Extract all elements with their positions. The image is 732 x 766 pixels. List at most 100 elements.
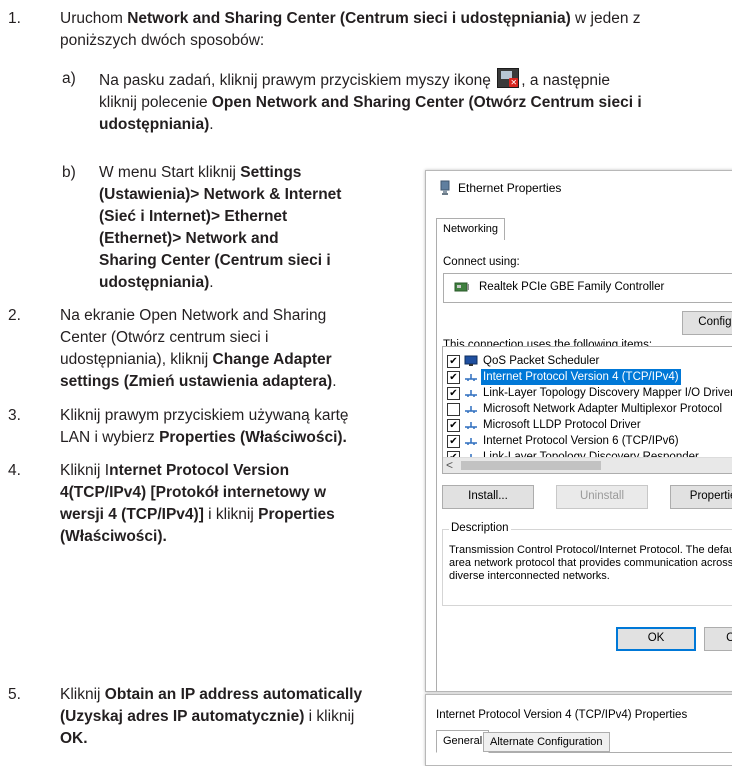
step-1-prefix: Uruchom xyxy=(60,10,128,27)
network-adapter-icon xyxy=(440,180,450,195)
step-1-line2: poniższych dwóch sposobów: xyxy=(60,32,265,49)
step-3-line1: Kliknij prawym przyciskiem używaną kartę xyxy=(60,407,349,424)
properties-button[interactable]: Properties xyxy=(670,485,732,509)
step-2-line3b: Change Adapter xyxy=(212,351,332,368)
step-1-bold: Network and Sharing Center (Centrum siec… xyxy=(127,10,571,27)
step-2-line2: Center (Otwórz centrum sieci i xyxy=(60,329,269,346)
ipv4-tab-bar: General Alternate Configuration xyxy=(436,730,732,753)
step-4-line2: 4(TCP/IPv4) [Protokół internetowy w xyxy=(60,484,327,501)
ipv4-properties-dialog: Internet Protocol Version 4 (TCP/IPv4) P… xyxy=(425,694,732,766)
ethernet-properties-dialog: Ethernet Properties Networking Connect u… xyxy=(425,170,732,692)
install-button[interactable]: Install... xyxy=(442,485,534,509)
tab-general[interactable]: General xyxy=(436,730,490,753)
description-group: Description Transmission Control Protoco… xyxy=(442,522,732,606)
dialog-title-bar: Ethernet Properties xyxy=(426,171,732,205)
protocol-icon xyxy=(465,438,477,445)
step-1b-line2: (Ustawienia)> Network & Internet xyxy=(99,186,342,203)
item-label: QoS Packet Scheduler xyxy=(483,355,600,367)
step-5-line2a: (Uzyskaj adres IP automatycznie) xyxy=(60,708,305,725)
connect-using-label: Connect using: xyxy=(443,256,520,268)
network-tray-icon: ✕ xyxy=(497,68,520,88)
step-5-line1a: Kliknij xyxy=(60,686,105,703)
protocol-icon xyxy=(465,422,477,429)
tab-networking[interactable]: Networking xyxy=(436,218,506,241)
step-4-text: Kliknij Internet Protocol Version 4(TCP/… xyxy=(60,460,410,548)
item-label: Microsoft LLDP Protocol Driver xyxy=(483,419,641,431)
step-1a-line3: udostępniania) xyxy=(99,116,210,133)
network-service-icon xyxy=(464,355,478,366)
step-2-line4end: . xyxy=(332,373,337,390)
scroll-left-arrow-icon[interactable]: < xyxy=(446,458,453,473)
step-4-number: 4. xyxy=(8,462,21,479)
step-5-text: Kliknij Obtain an IP address automatical… xyxy=(60,684,430,750)
cancel-button[interactable]: Cancel xyxy=(704,627,732,651)
step-1b-line1a: W menu Start kliknij xyxy=(99,164,241,181)
ipv4-dialog-title: Internet Protocol Version 4 (TCP/IPv4) P… xyxy=(436,709,688,721)
protocol-icon xyxy=(465,374,477,381)
step-5-number: 5. xyxy=(8,686,21,703)
step-2-line1: Na ekranie Open Network and Sharing xyxy=(60,307,327,324)
adapter-field: Realtek PCIe GBE Family Controller xyxy=(443,273,732,303)
item-checkbox[interactable]: ✔ xyxy=(447,387,460,400)
step-1b-line6end: . xyxy=(209,274,214,291)
step-1a-line2b: Open Network and Sharing Center (Otwórz … xyxy=(211,94,642,111)
step-1b-line4: (Ethernet)> Network and xyxy=(99,230,279,247)
protocol-icon xyxy=(465,390,477,397)
step-4-line3c: Properties xyxy=(258,506,335,523)
step-3-line2a: LAN i wybierz xyxy=(60,429,160,446)
step-4-line1b: nternet Protocol Version xyxy=(109,462,290,479)
manual-page: 1. Uruchom Network and Sharing Center (C… xyxy=(0,0,732,766)
step-1b-line5: Sharing Center (Centrum sieci i xyxy=(99,252,331,269)
step-2-text: Na ekranie Open Network and Sharing Cent… xyxy=(60,305,410,393)
uninstall-button[interactable]: Uninstall xyxy=(556,485,648,509)
step-3-line2b: Properties (Właściwości). xyxy=(159,429,347,446)
step-5-line3: OK. xyxy=(60,730,88,747)
step-1b-line6: udostępniania) xyxy=(99,274,210,291)
step-4-line4: (Właściwości). xyxy=(60,528,167,545)
step-3-number: 3. xyxy=(8,407,21,424)
item-checkbox[interactable] xyxy=(447,403,460,416)
tab-bar: Networking xyxy=(436,218,732,241)
step-1-text: Uruchom Network and Sharing Center (Cent… xyxy=(60,8,732,52)
step-1b-line3: (Sieć i Internet)> Ethernet xyxy=(99,208,288,225)
step-1a-letter: a) xyxy=(62,70,76,87)
step-4-line3b: i kliknij xyxy=(203,506,259,523)
step-1a-line1: Na pasku zadań, kliknij prawym przyciski… xyxy=(99,72,491,89)
step-1-suffix: w jeden z xyxy=(570,10,641,27)
step-3-text: Kliknij prawym przyciskiem używaną kartę… xyxy=(60,405,410,449)
step-1b-letter: b) xyxy=(62,164,76,181)
configure-button[interactable]: Configure... xyxy=(682,311,732,335)
step-1a-line1b: , a następnie xyxy=(521,72,611,89)
step-2-number: 2. xyxy=(8,307,21,324)
adapter-name: Realtek PCIe GBE Family Controller xyxy=(479,281,665,293)
step-4-line1a: Kliknij I xyxy=(60,462,110,479)
item-checkbox[interactable]: ✔ xyxy=(447,419,460,432)
step-5-line1b: Obtain an IP address automatically xyxy=(104,686,363,703)
step-1a-text: Na pasku zadań, kliknij prawym przyciski… xyxy=(99,68,732,136)
step-5-line2b: i kliknij xyxy=(304,708,355,725)
description-text: Transmission Control Protocol/Internet P… xyxy=(449,544,732,582)
item-label: Microsoft Network Adapter Multiplexor Pr… xyxy=(483,403,723,415)
protocol-icon xyxy=(465,406,477,413)
item-label: Internet Protocol Version 4 (TCP/IPv4) xyxy=(481,369,681,385)
network-card-icon xyxy=(454,282,469,292)
dialog-title: Ethernet Properties xyxy=(458,181,562,195)
step-2-line4: settings (Zmień ustawienia adaptera) xyxy=(60,373,333,390)
scrollbar-thumb[interactable] xyxy=(461,461,601,470)
item-checkbox[interactable]: ✔ xyxy=(447,435,460,448)
tab-alternate-configuration[interactable]: Alternate Configuration xyxy=(483,732,610,752)
step-4-line3a: wersji 4 (TCP/IPv4)] xyxy=(60,506,204,523)
step-2-line3a: udostępniania), kliknij xyxy=(60,351,213,368)
step-1-number: 1. xyxy=(8,10,21,27)
item-checkbox[interactable]: ✔ xyxy=(447,371,460,384)
step-1b-line1b: Settings xyxy=(240,164,302,181)
description-legend: Description xyxy=(449,522,511,534)
step-1a-line2a: kliknij polecenie xyxy=(99,94,212,111)
ok-button[interactable]: OK xyxy=(616,627,696,651)
horizontal-scrollbar[interactable]: < xyxy=(443,457,732,473)
step-1b-text: W menu Start kliknij Settings (Ustawieni… xyxy=(99,162,399,294)
connection-items-list[interactable]: ✔ QoS Packet Scheduler ✔ Internet Protoc… xyxy=(442,346,732,474)
item-checkbox[interactable]: ✔ xyxy=(447,355,460,368)
item-label: Internet Protocol Version 6 (TCP/IPv6) xyxy=(483,435,679,447)
step-1a-line3end: . xyxy=(209,116,214,133)
